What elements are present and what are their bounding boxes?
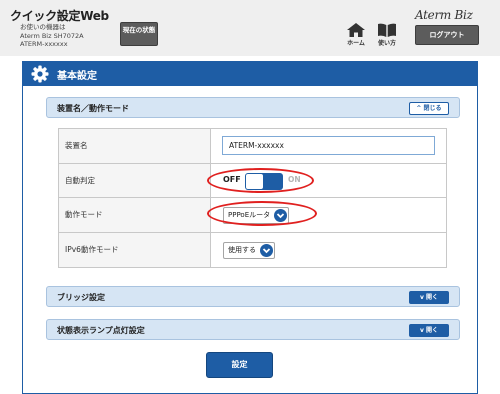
help-label: 使い方 — [377, 40, 396, 47]
section-status-lamp-toggle-label: 開く — [426, 327, 439, 334]
table-row: 自動判定 OFF ON — [59, 163, 446, 198]
chevron-up-icon: ^ — [416, 105, 422, 112]
home-label: ホーム — [347, 40, 365, 47]
home-icon — [347, 23, 365, 37]
ipv6-mode-select[interactable]: 使用する — [223, 241, 275, 259]
table-row: 装置名 — [59, 129, 446, 164]
section-device-mode-toggle-label: 閉じる — [423, 105, 442, 112]
header: クイック設定Web お使いの機器は Aterm Biz SH7072A ATER… — [0, 0, 500, 56]
section-device-mode-close-button[interactable]: ^ 閉じる — [409, 102, 449, 115]
section-bridge: ブリッジ設定 v 開く — [46, 286, 460, 307]
toggle-knob[interactable] — [246, 173, 263, 189]
operation-mode-value: PPPoEルータ — [228, 211, 271, 219]
home-button[interactable]: ホーム — [343, 23, 369, 51]
device-model: Aterm Biz SH7072A — [20, 31, 84, 40]
device-info: お使いの機器は Aterm Biz SH7072A ATERM-xxxxxx — [20, 23, 84, 49]
settings-table: 装置名 自動判定 OFF ON 動作モード PPPoEルータ IPv6動作モード… — [58, 128, 447, 268]
app-title: クイック設定Web — [10, 9, 109, 23]
submit-settings-button[interactable]: 設定 — [206, 352, 273, 378]
auto-detect-label: 自動判定 — [59, 163, 211, 197]
main-title: 基本設定 — [57, 71, 97, 82]
ipv6-mode-label: IPv6動作モード — [59, 232, 211, 267]
chevron-down-icon — [274, 209, 287, 222]
table-row: 動作モード PPPoEルータ — [59, 198, 446, 233]
chevron-down-icon: v — [419, 294, 424, 301]
chevron-down-icon: v — [419, 327, 424, 334]
section-status-lamp: 状態表示ランプ点灯設定 v 開く — [46, 319, 460, 340]
device-name-label: 装置名 — [59, 129, 211, 163]
section-device-mode: 装置名／動作モード ^ 閉じる — [46, 97, 460, 118]
gear-icon — [31, 65, 49, 83]
main-title-bar: 基本設定 — [22, 61, 478, 86]
current-status-button[interactable]: 現在の状態 — [120, 22, 158, 46]
operation-mode-label: 動作モード — [59, 198, 211, 232]
section-status-lamp-open-button[interactable]: v 開く — [409, 324, 449, 337]
ipv6-mode-value: 使用する — [228, 245, 256, 254]
operation-mode-select[interactable]: PPPoEルータ — [223, 207, 289, 224]
device-hostname: ATERM-xxxxxx — [20, 40, 68, 48]
section-status-lamp-title: 状態表示ランプ点灯設定 — [57, 326, 145, 335]
section-bridge-title: ブリッジ設定 — [57, 293, 105, 302]
help-button[interactable]: 使い方 — [374, 23, 400, 51]
auto-detect-on-label: ON — [288, 174, 301, 184]
device-info-caption: お使いの機器は — [20, 23, 66, 31]
section-bridge-toggle-label: 開く — [426, 294, 439, 301]
device-name-input[interactable] — [222, 136, 435, 155]
table-row: IPv6動作モード 使用する — [59, 232, 446, 267]
toggle-switch-body[interactable] — [245, 172, 283, 190]
aterm-biz-logo: Aterm Biz — [415, 8, 473, 22]
auto-detect-off-label: OFF — [223, 174, 241, 184]
chevron-down-icon — [260, 243, 273, 257]
logout-button[interactable]: ログアウト — [415, 25, 479, 45]
auto-detect-toggle[interactable]: OFF ON — [219, 172, 319, 190]
section-bridge-open-button[interactable]: v 開く — [409, 291, 449, 304]
section-device-mode-title: 装置名／動作モード — [57, 104, 129, 113]
book-icon — [378, 23, 396, 37]
